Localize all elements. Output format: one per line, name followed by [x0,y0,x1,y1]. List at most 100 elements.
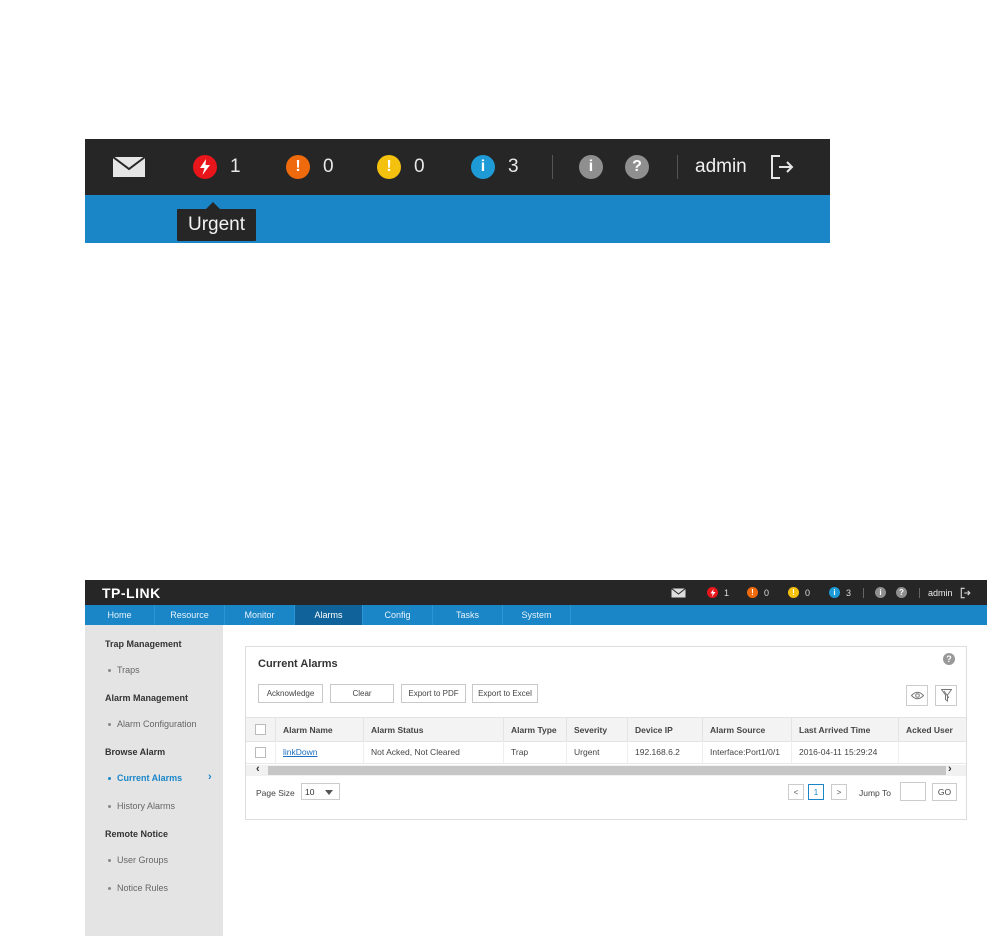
sidebar-item-notice-rules[interactable]: Notice Rules [108,883,168,893]
logout-icon[interactable] [769,139,797,195]
bullet [108,776,111,780]
urgent-alarm-indicator[interactable]: 1 [707,580,729,605]
alarm-name-link[interactable]: linkDown [283,747,318,757]
info-icon: i [829,587,840,598]
tab-home[interactable]: Home [85,605,155,625]
select-all-checkbox[interactable] [255,724,266,735]
main-nav: Home Resource Monitor Alarms Config Task… [85,605,987,625]
top-bar: TP-LINK 1 ! 0 ! 0 i 3 i ? admin [85,580,987,605]
divider [863,588,864,598]
tab-resource[interactable]: Resource [155,605,225,625]
column-header[interactable]: Alarm Source [702,718,791,741]
question-icon: ? [625,155,649,179]
exclamation-icon: ! [286,155,310,179]
column-header[interactable]: Last Arrived Time [791,718,898,741]
admin-label: admin [695,156,747,177]
sidebar-item-history-alarms[interactable]: History Alarms [108,801,175,811]
sidebar-group-trap-management[interactable]: Trap Management [105,639,182,649]
sidebar-item-alarm-configuration[interactable]: Alarm Configuration [108,719,197,729]
jump-to-label: Jump To [859,788,891,798]
mail-icon[interactable] [671,580,686,605]
sidebar-item-label: Traps [117,665,140,675]
tab-system[interactable]: System [503,605,571,625]
bullet [108,804,111,808]
page-size-value: 10 [305,786,315,797]
severity-cell: Urgent [566,741,627,763]
horizontal-scrollbar[interactable]: ‹ › [246,763,966,776]
export-pdf-button[interactable]: Export to PDF [401,684,466,703]
urgent-count: 1 [724,587,730,598]
sidebar-item-user-groups[interactable]: User Groups [108,855,168,865]
scroll-left-icon[interactable]: ‹ [256,763,260,775]
tab-alarms[interactable]: Alarms [295,605,363,625]
major-alarm-indicator[interactable]: ! 0 [286,139,334,195]
minor-alarm-indicator[interactable]: ! 0 [788,580,810,605]
alarm-type-cell: Trap [503,741,566,763]
column-header[interactable]: Alarm Type [503,718,566,741]
go-button[interactable]: GO [932,783,957,801]
column-header[interactable]: Device IP [627,718,702,741]
about-button[interactable]: i [579,139,603,195]
column-header[interactable]: Alarm Status [363,718,503,741]
header-bar: 1 ! 0 ! 0 i 3 i ? admin [85,139,830,195]
exclamation-icon: ! [377,155,401,179]
info-alarm-indicator[interactable]: i 3 [471,139,519,195]
chevron-down-icon [325,790,333,795]
next-page-button[interactable]: > [831,784,847,800]
row-checkbox[interactable] [255,746,266,758]
scrollbar-thumb[interactable] [268,766,946,775]
clear-button[interactable]: Clear [330,684,394,703]
prev-page-button[interactable]: < [788,784,804,800]
sidebar-group-alarm-management[interactable]: Alarm Management [105,693,188,703]
minor-alarm-indicator[interactable]: ! 0 [377,139,425,195]
export-excel-button[interactable]: Export to Excel [472,684,538,703]
acknowledge-button[interactable]: Acknowledge [258,684,323,703]
bullet [108,858,111,862]
user-name[interactable]: admin [695,139,747,195]
bullet [108,886,111,890]
tab-tasks[interactable]: Tasks [433,605,503,625]
minor-count: 0 [805,587,811,598]
column-header[interactable]: Acked User [898,718,960,741]
table-header: Alarm Name Alarm Status Alarm Type Sever… [246,717,966,742]
lightning-icon [707,587,718,598]
sidebar-group-remote-notice[interactable]: Remote Notice [105,829,168,839]
help-button[interactable]: ? [625,139,649,195]
major-alarm-indicator[interactable]: ! 0 [747,580,769,605]
tab-monitor[interactable]: Monitor [225,605,295,625]
current-alarms-panel: Current Alarms ? Acknowledge Clear Expor… [245,646,967,820]
help-icon[interactable]: ? [943,653,955,665]
column-header[interactable]: Severity [566,718,627,741]
minor-count: 0 [414,156,425,177]
last-arrived-time-cell: 2016-04-11 15:29:24 [791,741,898,763]
mail-icon[interactable] [112,139,146,195]
about-button[interactable]: i [875,580,886,605]
page-1-button[interactable]: 1 [808,784,824,800]
urgent-alarm-indicator[interactable]: 1 [193,139,241,195]
alarm-name-cell: linkDown [275,741,363,763]
user-name[interactable]: admin [928,580,953,605]
acked-user-cell [898,741,960,763]
tab-config[interactable]: Config [363,605,433,625]
logout-icon[interactable] [960,580,972,605]
column-header[interactable]: Alarm Name [275,718,363,741]
info-alarm-indicator[interactable]: i 3 [829,580,851,605]
jump-to-input[interactable] [900,782,926,801]
filter-icon[interactable] [935,685,957,706]
app-window: TP-LINK 1 ! 0 ! 0 i 3 i ? admin Home Res… [85,580,987,936]
help-button[interactable]: ? [896,580,907,605]
select-all-cell [246,718,275,741]
sidebar-item-label: History Alarms [117,801,176,811]
sidebar-item-current-alarms[interactable]: Current Alarms [108,773,182,783]
eye-icon[interactable] [906,685,928,706]
sidebar-group-browse-alarm[interactable]: Browse Alarm [105,747,165,757]
question-icon: ? [896,587,907,598]
scroll-right-icon[interactable]: › [948,763,952,775]
alarm-status-cell: Not Acked, Not Cleared [363,741,503,763]
nav-bar-strip: Urgent [85,195,830,243]
sidebar-item-traps[interactable]: Traps [108,665,140,675]
page-size-select[interactable]: 10 [301,783,340,800]
sidebar-item-label: Notice Rules [117,883,169,893]
sidebar-item-label: Current Alarms [117,773,183,783]
major-count: 0 [764,587,770,598]
